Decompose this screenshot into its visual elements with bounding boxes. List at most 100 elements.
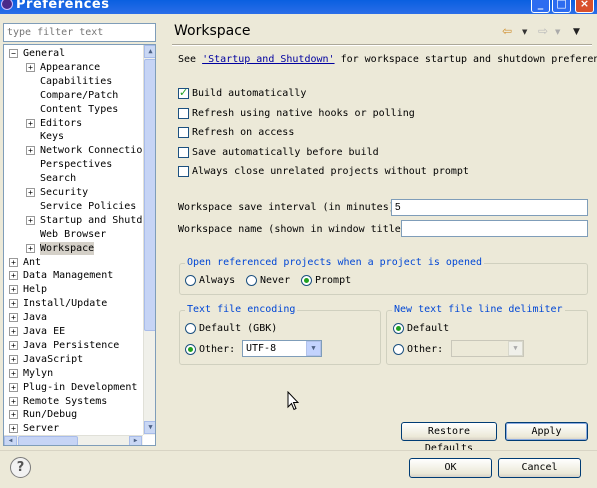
expand-icon[interactable]: + — [26, 243, 35, 253]
expand-icon[interactable]: + — [9, 424, 18, 434]
tree-item[interactable]: + Appearance — [4, 61, 143, 74]
tree-item[interactable]: + Java EE — [4, 325, 143, 338]
expand-icon[interactable]: + — [9, 257, 18, 267]
checkbox-box[interactable] — [178, 86, 189, 99]
encoding-default-radio[interactable]: Default (GBK) — [185, 322, 277, 335]
save-interval-input[interactable] — [391, 199, 588, 216]
tree-item[interactable]: + Workspace — [4, 241, 143, 255]
delimiter-default-radio[interactable]: Default — [393, 322, 449, 335]
expand-icon[interactable]: + — [9, 313, 18, 323]
tree-horizontal-scrollbar[interactable]: ◀ ▶ — [4, 435, 143, 445]
splitter[interactable] — [160, 14, 164, 450]
checkbox-box[interactable] — [178, 166, 189, 177]
tree-item[interactable]: + JavaScript — [4, 353, 143, 366]
expand-icon[interactable]: + — [9, 327, 18, 336]
radio-circle[interactable] — [185, 275, 196, 286]
tree-item[interactable]: Keys — [4, 130, 143, 143]
cancel-button[interactable]: Cancel — [498, 458, 581, 478]
minimize-button[interactable]: _ — [531, 0, 550, 13]
expand-icon[interactable]: + — [9, 368, 18, 378]
expand-icon[interactable]: + — [9, 396, 18, 406]
scroll-up-icon[interactable]: ▲ — [144, 45, 155, 58]
collapse-icon[interactable]: − — [9, 49, 18, 58]
checkbox-box[interactable] — [178, 147, 189, 158]
scroll-thumb[interactable] — [144, 59, 155, 331]
restore-defaults-button[interactable]: Restore Defaults — [401, 422, 497, 454]
tree-item[interactable]: Perspectives — [4, 158, 143, 171]
expand-icon[interactable]: + — [9, 410, 18, 420]
tree-item[interactable]: − General — [4, 47, 143, 60]
radio-circle[interactable] — [185, 323, 196, 334]
scroll-thumb-horizontal[interactable] — [18, 436, 78, 445]
delimiter-other-radio[interactable]: Other: — [393, 343, 443, 356]
radio-circle[interactable] — [393, 323, 404, 334]
tree-item[interactable]: + Java Persistence — [4, 339, 143, 352]
ok-button[interactable]: OK — [409, 458, 492, 478]
encoding-select[interactable]: UTF-8 ▼ — [242, 340, 322, 357]
expand-icon[interactable]: + — [26, 118, 35, 128]
build-automatically-checkbox[interactable]: Build automatically — [178, 86, 306, 100]
tree-item[interactable]: + Data Management — [4, 269, 143, 282]
expand-icon[interactable]: + — [9, 354, 18, 364]
tree-item[interactable]: + Security — [4, 186, 143, 199]
expand-icon[interactable]: + — [9, 271, 18, 281]
tree-item[interactable]: + Run/Debug — [4, 408, 143, 421]
tree-item[interactable]: + Install/Update — [4, 297, 143, 310]
close-unrelated-projects-checkbox[interactable]: Always close unrelated projects without … — [178, 165, 469, 178]
tree-item[interactable]: + Mylyn — [4, 367, 143, 380]
tree-item[interactable]: + Help — [4, 283, 143, 296]
expand-icon[interactable]: + — [26, 146, 35, 156]
tree-item[interactable]: + Java — [4, 311, 143, 324]
scroll-down-icon[interactable]: ▼ — [144, 421, 155, 434]
prompt-radio[interactable]: Prompt — [301, 274, 351, 287]
back-arrow-icon[interactable]: ⇦ — [502, 24, 512, 38]
view-menu-icon[interactable]: ▼ — [573, 27, 580, 37]
tree-item[interactable]: Service Policies — [4, 200, 143, 213]
save-before-build-checkbox[interactable]: Save automatically before build — [178, 146, 379, 159]
tree-item[interactable]: Search — [4, 172, 143, 185]
tree-item[interactable]: + Ant — [4, 256, 143, 269]
tree-item[interactable]: Capabilities — [4, 75, 143, 88]
expand-icon[interactable]: + — [9, 382, 18, 392]
tree-item[interactable]: + Network Connection — [4, 144, 143, 157]
tree-item[interactable]: + Startup and Shutdo — [4, 214, 143, 227]
expand-icon[interactable]: + — [9, 340, 18, 350]
expand-icon[interactable]: + — [9, 299, 18, 309]
scroll-right-icon[interactable]: ▶ — [129, 436, 142, 445]
back-dropdown-icon[interactable]: ▼ — [522, 28, 527, 36]
tree-item[interactable]: + Plug-in Development — [4, 381, 143, 394]
workspace-name-input[interactable] — [401, 220, 588, 237]
radio-circle[interactable] — [185, 344, 196, 355]
tree-vertical-scrollbar[interactable]: ▲ ▼ — [143, 45, 155, 435]
always-radio[interactable]: Always — [185, 274, 235, 287]
startup-shutdown-link[interactable]: 'Startup and Shutdown' — [202, 54, 334, 65]
mouse-cursor-icon — [287, 391, 299, 411]
apply-button[interactable]: Apply — [505, 422, 588, 441]
maximize-button[interactable]: □ — [552, 0, 571, 13]
radio-circle[interactable] — [246, 275, 257, 286]
tree-item[interactable]: + Server — [4, 422, 143, 435]
refresh-native-hooks-checkbox[interactable]: Refresh using native hooks or polling — [178, 107, 415, 120]
tree-item[interactable]: + Editors — [4, 117, 143, 130]
checkbox-box[interactable] — [178, 127, 189, 138]
tree-item[interactable]: Content Types — [4, 103, 143, 116]
refresh-on-access-checkbox[interactable]: Refresh on access — [178, 126, 294, 139]
scroll-left-icon[interactable]: ◀ — [4, 436, 17, 445]
tree-item[interactable]: Web Browser — [4, 228, 143, 241]
expand-icon[interactable]: + — [26, 215, 35, 225]
tree-item[interactable]: + Remote Systems — [4, 395, 143, 408]
encoding-other-radio[interactable]: Other: — [185, 343, 235, 356]
tree-item[interactable]: Compare/Patch — [4, 89, 143, 102]
expand-icon[interactable]: + — [9, 285, 18, 295]
close-button[interactable]: × — [575, 0, 594, 13]
chevron-down-icon[interactable]: ▼ — [306, 341, 321, 356]
help-icon[interactable]: ? — [10, 457, 31, 478]
radio-circle[interactable] — [393, 344, 404, 355]
never-radio[interactable]: Never — [246, 274, 290, 287]
tree-item-label: Network Connection — [40, 145, 143, 157]
radio-circle[interactable] — [301, 275, 312, 286]
expand-icon[interactable]: + — [26, 188, 35, 197]
filter-input[interactable] — [3, 23, 156, 42]
expand-icon[interactable]: + — [26, 62, 35, 72]
checkbox-box[interactable] — [178, 108, 189, 119]
